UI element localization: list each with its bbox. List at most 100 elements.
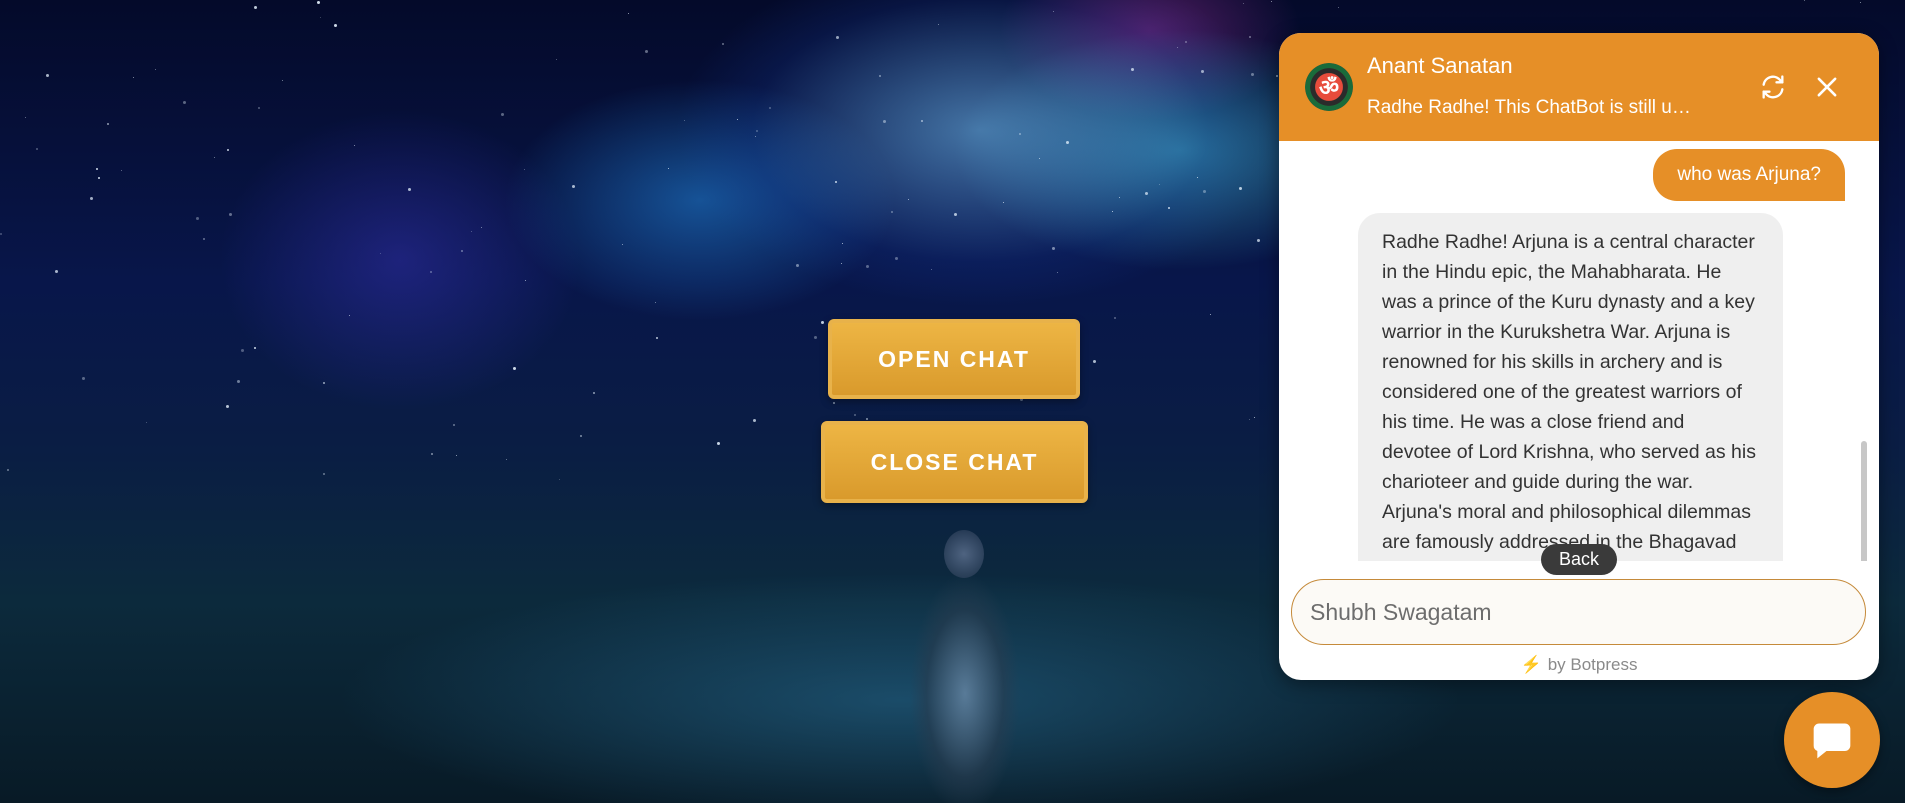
star — [471, 231, 472, 232]
star — [323, 382, 325, 384]
star — [282, 80, 283, 81]
star — [1804, 0, 1805, 1]
star — [921, 120, 923, 122]
star — [349, 315, 350, 316]
refresh-icon[interactable] — [1759, 73, 1787, 101]
star — [769, 107, 771, 109]
star — [1271, 1, 1272, 2]
star — [146, 422, 147, 423]
star — [1243, 3, 1244, 4]
powered-by[interactable]: ⚡ by Botpress — [1279, 655, 1879, 675]
star — [456, 455, 457, 456]
message-list[interactable]: who was Arjuna? Radhe Radhe! Arjuna is a… — [1279, 141, 1879, 561]
star — [1019, 133, 1021, 135]
star — [55, 270, 58, 273]
bot-avatar: ॐ — [1305, 63, 1353, 111]
star — [227, 149, 229, 151]
star — [229, 213, 232, 216]
star — [593, 392, 595, 394]
star — [737, 119, 738, 120]
user-message: who was Arjuna? — [1653, 149, 1845, 201]
star — [954, 213, 957, 216]
star — [756, 130, 758, 132]
star — [334, 24, 337, 27]
star — [556, 59, 557, 60]
star — [1276, 75, 1278, 77]
star — [854, 414, 856, 416]
star — [506, 459, 507, 460]
chat-title: Anant Sanatan — [1367, 53, 1513, 78]
star — [645, 50, 648, 53]
star — [866, 265, 869, 268]
open-chat-button[interactable]: OPEN CHAT — [828, 319, 1080, 399]
star — [430, 271, 432, 273]
close-icon[interactable] — [1813, 73, 1841, 101]
star — [258, 107, 260, 109]
star — [461, 250, 463, 252]
bot-message: Radhe Radhe! Arjuna is a central charact… — [1358, 213, 1783, 561]
star — [1338, 7, 1339, 8]
chat-bubble-icon — [1813, 723, 1851, 759]
star — [895, 257, 898, 260]
star — [431, 453, 433, 455]
star — [1066, 141, 1069, 144]
close-chat-button[interactable]: CLOSE CHAT — [821, 421, 1088, 503]
star — [1254, 417, 1255, 418]
star — [254, 6, 257, 9]
star — [1145, 192, 1148, 195]
star — [196, 217, 199, 220]
star — [0, 233, 2, 235]
star — [524, 169, 525, 170]
star — [1053, 11, 1054, 12]
star — [380, 253, 381, 254]
star — [203, 238, 205, 240]
star — [155, 69, 156, 70]
star — [655, 302, 656, 303]
star — [1239, 187, 1242, 190]
star — [1860, 2, 1861, 3]
star — [1093, 360, 1096, 363]
star — [938, 24, 939, 25]
star — [891, 211, 893, 213]
star — [1257, 239, 1260, 242]
star — [25, 117, 26, 118]
star — [354, 145, 355, 146]
star — [883, 120, 886, 123]
message-input[interactable] — [1292, 580, 1826, 644]
scrollbar[interactable] — [1861, 441, 1867, 561]
star — [931, 269, 932, 270]
star — [580, 435, 582, 437]
star — [908, 199, 909, 200]
star — [96, 168, 98, 170]
chat-launcher-button[interactable] — [1784, 692, 1880, 788]
star — [1052, 247, 1055, 250]
star — [717, 442, 720, 445]
star — [513, 367, 516, 370]
meditating-figure — [900, 530, 1030, 803]
star — [1197, 177, 1198, 178]
star — [833, 402, 835, 404]
back-button[interactable]: Back — [1541, 544, 1618, 575]
star — [1119, 197, 1120, 198]
star — [1112, 211, 1113, 212]
star — [1249, 419, 1250, 420]
star — [481, 227, 482, 228]
star — [1114, 317, 1116, 319]
star — [133, 77, 134, 78]
star — [254, 347, 256, 349]
star — [821, 321, 824, 324]
star — [835, 181, 837, 183]
chat-widget: ॐ Anant Sanatan Radhe Radhe! This ChatBo… — [1279, 33, 1879, 680]
star — [46, 74, 49, 77]
star — [241, 349, 244, 352]
star — [1210, 314, 1211, 315]
star — [1177, 47, 1178, 48]
star — [408, 188, 411, 191]
star — [214, 157, 215, 158]
star — [628, 13, 629, 14]
chat-description: Radhe Radhe! This ChatBot is still u… — [1367, 97, 1691, 118]
star — [501, 113, 504, 116]
star — [755, 136, 756, 137]
star — [1249, 36, 1251, 38]
star — [684, 120, 685, 121]
